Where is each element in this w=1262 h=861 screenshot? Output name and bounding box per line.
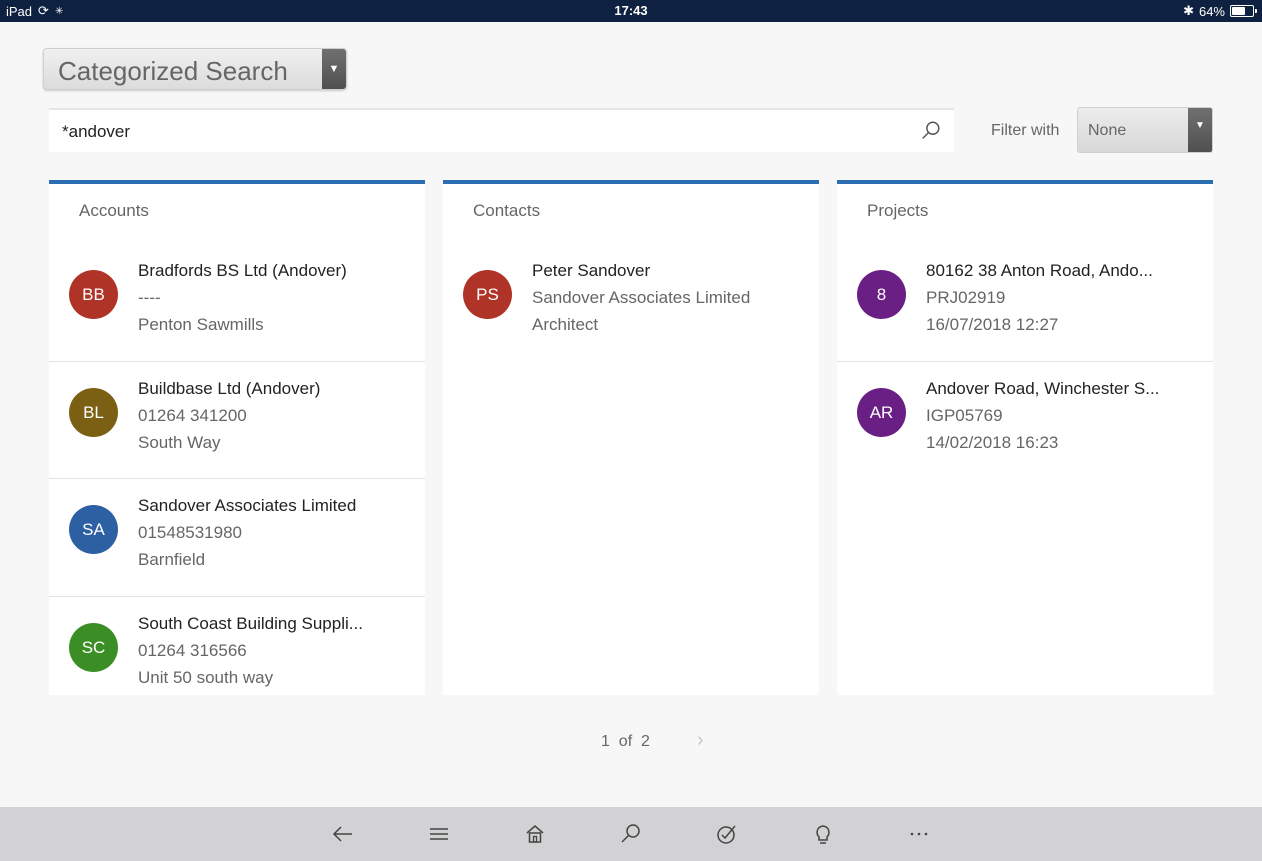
battery-percent: 64%: [1198, 3, 1225, 19]
status-right: ✱ 64%: [1183, 3, 1257, 19]
battery-fill: [1232, 7, 1245, 15]
row-detail: 16/07/2018 12:27: [926, 315, 1059, 334]
chevron-down-icon: ▼: [322, 49, 346, 89]
row-detail: South Way: [138, 432, 221, 452]
contacts-column: Contacts PS Peter Sandover Sandover Associ…: [443, 180, 819, 695]
result-row[interactable]: AR Andover Road, Winchester S... IGP05769 1…: [837, 362, 1213, 480]
home-icon[interactable]: [521, 820, 549, 848]
filter-label: Filter with: [991, 122, 1060, 139]
row-title: South Coast Building Suppli...: [138, 613, 363, 633]
row-details: 80162 38 Anton Road, Ando... PRJ02919 16/0…: [926, 257, 1193, 338]
bottom-nav: [0, 807, 1262, 861]
avatar: BB: [69, 270, 118, 319]
row-subtitle: PRJ02919: [926, 288, 1006, 307]
result-list: BB Bradfords BS Ltd (Andover) ---- Penton S…: [49, 244, 425, 714]
result-list: 8 80162 38 Anton Road, Ando... PRJ02919 16/…: [837, 244, 1213, 479]
page-indicator: 1 of 2: [601, 733, 650, 751]
row-detail: Penton Sawmills: [138, 315, 264, 334]
row-detail: Unit 50 south way: [138, 667, 274, 687]
projects-column: Projects 8 80162 38 Anton Road, Ando... PR…: [837, 180, 1213, 695]
row-subtitle: 01548531980: [138, 523, 243, 542]
row-subtitle: 01264 341200: [138, 405, 247, 425]
avatar: 8: [857, 270, 906, 319]
more-icon[interactable]: [905, 820, 933, 848]
chevron-down-icon: ▼: [1188, 108, 1212, 152]
row-title: Buildbase Ltd (Andover): [138, 378, 321, 398]
filter-dropdown[interactable]: None ▼: [1077, 107, 1213, 153]
search-input[interactable]: *andover: [49, 108, 954, 152]
bluetooth-icon: ✱: [1183, 3, 1194, 18]
row-details: South Coast Building Suppli... 01264 3165…: [138, 610, 405, 691]
avatar: PS: [463, 270, 512, 319]
search-icon[interactable]: [617, 820, 645, 848]
search-icon[interactable]: [920, 120, 942, 142]
search-value: *andover: [62, 122, 131, 141]
row-subtitle: IGP05769: [926, 405, 1003, 425]
category-label: Categorized Search: [58, 56, 288, 86]
row-details: Bradfords BS Ltd (Andover) ---- Penton Saw…: [138, 257, 405, 338]
row-detail: Barnfield: [138, 550, 206, 569]
row-details: Sandover Associates Limited 01548531980 Ba…: [138, 492, 405, 573]
column-title: Accounts: [79, 201, 149, 220]
next-page-icon[interactable]: ›: [697, 729, 704, 752]
menu-icon[interactable]: [425, 820, 453, 848]
row-title: Bradfords BS Ltd (Andover): [138, 261, 347, 280]
avatar: SC: [69, 622, 118, 672]
row-title: Andover Road, Winchester S...: [926, 378, 1160, 398]
row-subtitle: 01264 316566: [138, 640, 247, 660]
battery-icon: [1230, 5, 1257, 17]
result-list: PS Peter Sandover Sandover Associates Limi…: [443, 244, 819, 362]
task-icon[interactable]: [713, 820, 741, 848]
result-row[interactable]: PS Peter Sandover Sandover Associates Limi…: [443, 244, 819, 362]
column-title: Contacts: [473, 201, 541, 220]
row-subtitle: Sandover Associates Limited: [532, 288, 751, 307]
row-detail: 14/02/2018 16:23: [926, 432, 1059, 452]
result-row[interactable]: BL Buildbase Ltd (Andover) 01264 341200 Sou…: [49, 362, 425, 479]
avatar: BL: [69, 387, 118, 437]
row-title: Peter Sandover: [532, 261, 651, 280]
row-title: 80162 38 Anton Road, Ando...: [926, 261, 1153, 280]
result-row[interactable]: SA Sandover Associates Limited 01548531980…: [49, 479, 425, 597]
result-row[interactable]: BB Bradfords BS Ltd (Andover) ---- Penton S…: [49, 244, 425, 362]
avatar: SA: [69, 505, 118, 554]
category-dropdown[interactable]: Categorized Search ▼: [43, 48, 347, 90]
status-bar: iPad ⟳ ✳ 17:43 ✱ 64%: [0, 0, 1262, 22]
row-detail: Architect: [532, 315, 599, 334]
filter-value: None: [1088, 122, 1127, 139]
row-subtitle: ----: [138, 288, 161, 307]
back-icon[interactable]: [329, 820, 357, 848]
row-details: Andover Road, Winchester S... IGP05769 14/…: [926, 375, 1193, 456]
row-details: Buildbase Ltd (Andover) 01264 341200 South…: [138, 375, 405, 456]
result-row[interactable]: 8 80162 38 Anton Road, Ando... PRJ02919 16/…: [837, 244, 1213, 362]
avatar: AR: [857, 387, 906, 437]
page-of: of: [618, 733, 633, 750]
current-page: 1: [601, 733, 610, 750]
lightbulb-icon[interactable]: [809, 820, 837, 848]
accounts-column: Accounts BB Bradfords BS Ltd (Andover) ---…: [49, 180, 425, 695]
total-pages: 2: [641, 733, 650, 750]
status-time: 17:43: [614, 3, 648, 18]
column-title: Projects: [867, 201, 929, 220]
result-row[interactable]: SC South Coast Building Suppli... 01264 31…: [49, 597, 425, 715]
row-details: Peter Sandover Sandover Associates Limite…: [532, 257, 799, 338]
row-title: Sandover Associates Limited: [138, 496, 357, 515]
